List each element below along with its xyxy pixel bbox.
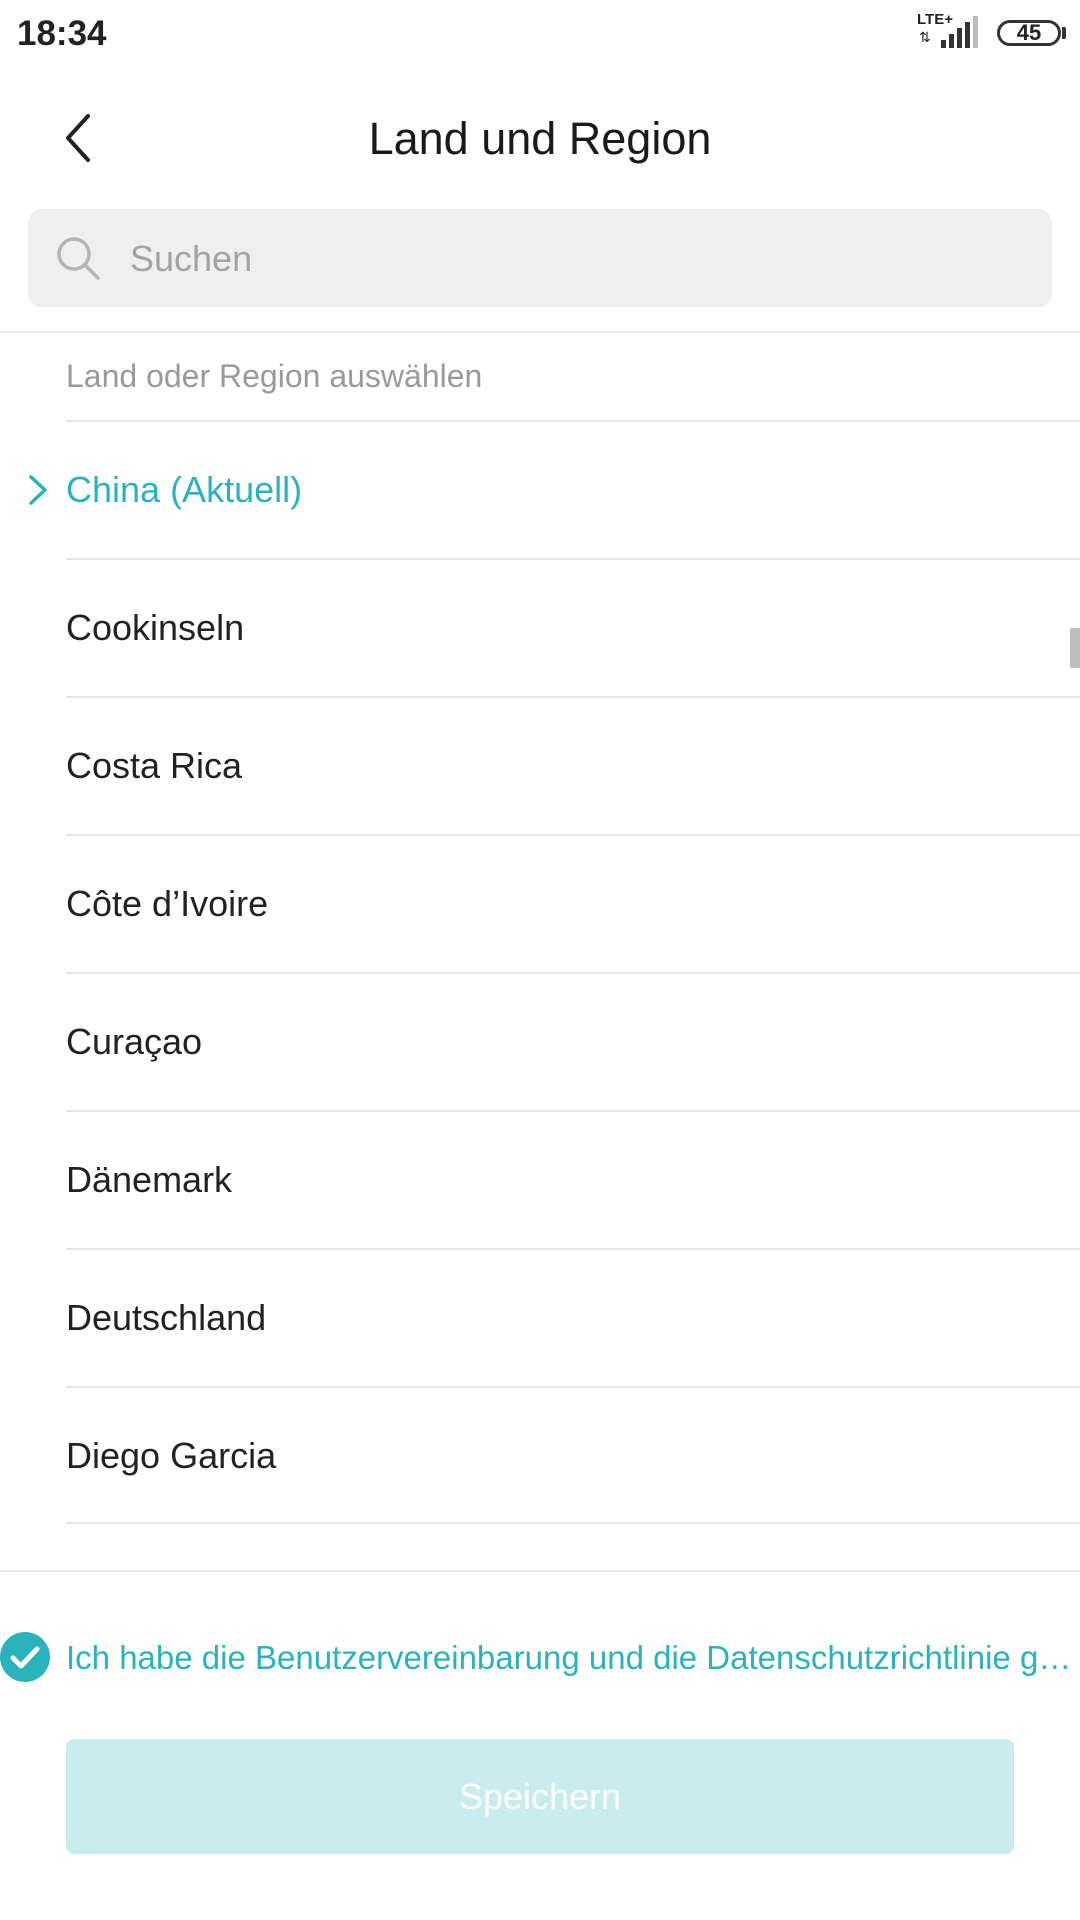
list-item[interactable]: Costa Rica — [66, 696, 1080, 834]
battery-cap — [1062, 27, 1066, 39]
list-item-label: China (Aktuell) — [66, 469, 303, 510]
search-bar[interactable] — [28, 209, 1052, 309]
list-item-current-country[interactable]: China (Aktuell) — [29, 420, 1080, 558]
list-item-label: Cookinseln — [66, 607, 245, 648]
checkmark-circle-icon[interactable] — [0, 1632, 50, 1682]
list-item-label: Diego Garcia — [66, 1435, 277, 1476]
list-item-label: Dänemark — [66, 1159, 233, 1200]
search-icon — [57, 237, 100, 280]
list-item-label: Côte d’Ivoire — [66, 883, 269, 924]
list-item-label: Deutschland — [66, 1297, 267, 1338]
battery-level: 45 — [1016, 20, 1042, 45]
list-item[interactable]: Deutschland — [66, 1248, 1080, 1386]
list-item[interactable]: Côte d’Ivoire — [66, 834, 1080, 972]
agreement-text[interactable]: Ich habe die Benutzervereinbarung und di… — [66, 1636, 1076, 1680]
section-label: Land oder Region auswählen — [66, 358, 483, 394]
bottom-divider — [0, 1570, 1080, 1572]
list-item[interactable]: Curaçao — [66, 972, 1080, 1110]
list-item-label: Curaçao — [66, 1021, 203, 1062]
chevron-right-icon — [29, 475, 47, 505]
list-item-label: Costa Rica — [66, 745, 243, 786]
country-list: China (Aktuell) Cookinseln Costa Rica Cô… — [0, 420, 1080, 1524]
search-input[interactable] — [128, 209, 1012, 309]
signal-icon — [941, 16, 978, 48]
status-bar: 18:34 LTE+ ⇅ 45 — [0, 0, 1080, 68]
scrollbar[interactable] — [1070, 628, 1080, 668]
battery-icon: 45 — [997, 20, 1061, 46]
status-time: 18:34 — [17, 14, 107, 53]
list-item[interactable]: Dänemark — [66, 1110, 1080, 1248]
list-item[interactable]: Diego Garcia — [66, 1386, 1080, 1524]
list-item[interactable]: Cookinseln — [66, 558, 1080, 696]
page-title: Land und Region — [368, 113, 712, 164]
save-button[interactable]: Speichern — [66, 1739, 1014, 1854]
data-arrows-icon: ⇅ — [919, 29, 931, 45]
search-divider — [0, 331, 1080, 333]
